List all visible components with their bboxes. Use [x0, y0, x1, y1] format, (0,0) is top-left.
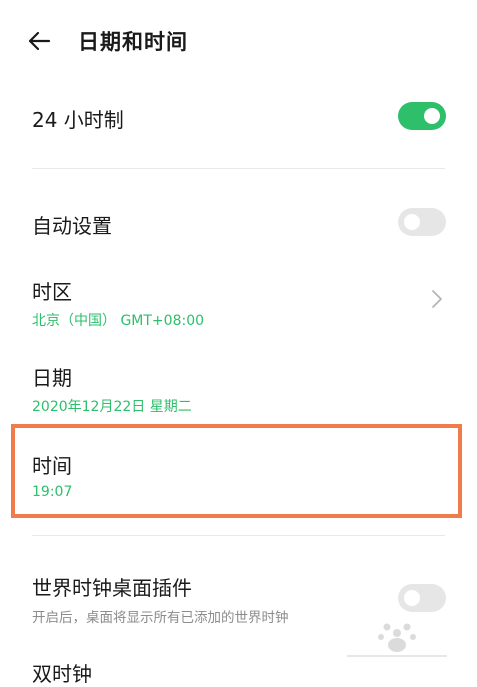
row-world-clock-label: 世界时钟桌面插件 — [32, 576, 192, 600]
toggle-world-clock[interactable] — [398, 584, 446, 612]
back-button[interactable] — [22, 24, 56, 58]
highlight-frame — [11, 424, 462, 518]
toggle-knob — [424, 108, 440, 124]
row-world-clock-description: 开启后，桌面将显示所有已添加的世界时钟 — [32, 610, 289, 626]
row-24-hour-label: 24 小时制 — [32, 108, 124, 132]
row-date[interactable]: 日期 2020年12月22日 星期二 — [0, 356, 477, 420]
divider — [32, 168, 445, 169]
header-bar: 日期和时间 — [0, 0, 477, 80]
toggle-24-hour[interactable] — [398, 102, 446, 130]
row-timezone-label: 时区 — [32, 280, 72, 304]
row-auto-setting-label: 自动设置 — [32, 214, 112, 238]
toggle-knob — [404, 590, 420, 606]
divider — [32, 535, 445, 536]
row-date-value: 2020年12月22日 星期二 — [32, 399, 192, 415]
watermark-logo-icon — [347, 623, 447, 657]
page-title: 日期和时间 — [78, 30, 188, 54]
back-arrow-icon — [28, 31, 51, 51]
row-dual-clock-label: 双时钟 — [32, 662, 92, 686]
row-auto-setting[interactable]: 自动设置 — [0, 196, 477, 252]
row-timezone-value: 北京（中国） GMT+08:00 — [32, 313, 205, 329]
row-timezone[interactable]: 时区 北京（中国） GMT+08:00 — [0, 268, 477, 338]
row-date-label: 日期 — [32, 366, 72, 390]
toggle-knob — [404, 214, 420, 230]
chevron-right-icon — [432, 290, 442, 308]
row-24-hour[interactable]: 24 小时制 — [0, 90, 477, 150]
toggle-auto-setting[interactable] — [398, 208, 446, 236]
